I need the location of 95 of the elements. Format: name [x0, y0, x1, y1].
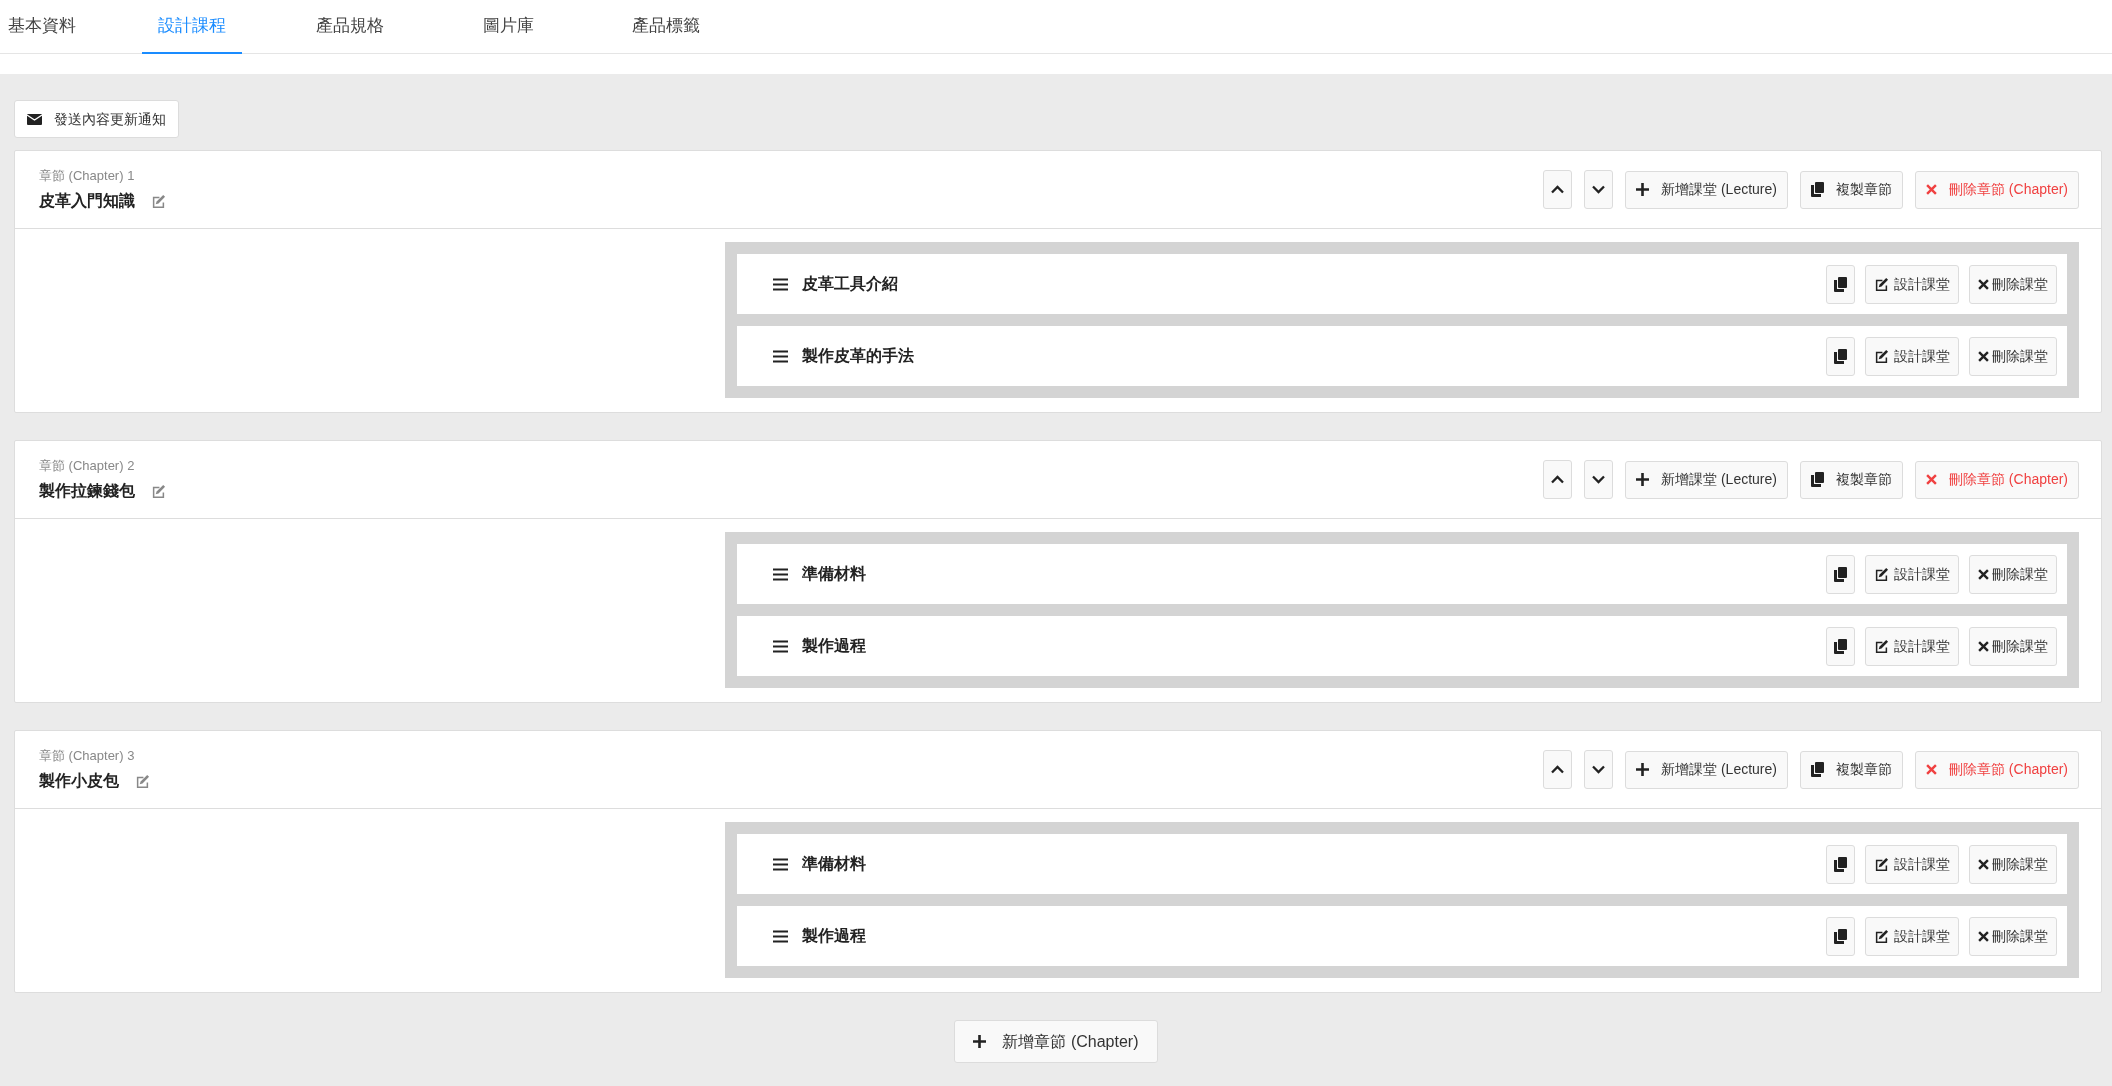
- lecture-title: 製作皮革的手法: [802, 346, 915, 366]
- chevron-up-icon: [1551, 185, 1565, 194]
- move-up-button[interactable]: [1543, 460, 1573, 499]
- move-up-button[interactable]: [1543, 170, 1573, 209]
- move-up-button[interactable]: [1543, 750, 1573, 789]
- edit-icon: [1874, 856, 1889, 872]
- move-down-button[interactable]: [1584, 170, 1614, 209]
- copy-icon: [1834, 928, 1847, 944]
- send-notification-button[interactable]: 發送內容更新通知: [14, 100, 179, 138]
- delete-lecture-button[interactable]: 刪除課堂: [1969, 916, 2057, 956]
- menu-icon: [773, 639, 788, 653]
- delete-chapter-button[interactable]: 刪除章節 (Chapter): [1914, 750, 2079, 789]
- lecture-title: 準備材料: [802, 564, 867, 584]
- close-icon: [1978, 930, 1989, 942]
- menu-icon: [773, 277, 788, 291]
- plus-icon: [1636, 183, 1650, 196]
- plus-icon: [1636, 473, 1650, 486]
- close-icon: [1978, 568, 1989, 580]
- lecture-title: 皮革工具介紹: [802, 274, 899, 294]
- lecture-title: 準備材料: [802, 854, 867, 874]
- close-icon: [1925, 764, 1937, 775]
- delete-lecture-button[interactable]: 刪除課堂: [1969, 264, 2057, 304]
- delete-lecture-button[interactable]: 刪除課堂: [1969, 554, 2057, 594]
- tab[interactable]: 基本資料: [0, 0, 84, 54]
- edit-icon: [1874, 928, 1889, 944]
- copy-chapter-button[interactable]: 複製章節: [1799, 170, 1903, 209]
- menu-icon: [773, 929, 788, 943]
- copy-lecture-button[interactable]: [1826, 844, 1855, 884]
- design-lecture-button[interactable]: 設計課堂: [1865, 336, 1959, 376]
- copy-lecture-button[interactable]: [1826, 626, 1855, 666]
- copy-icon: [1810, 472, 1824, 487]
- copy-chapter-button[interactable]: 複製章節: [1799, 750, 1903, 789]
- close-icon: [1925, 474, 1937, 485]
- delete-chapter-button[interactable]: 刪除章節 (Chapter): [1914, 460, 2079, 499]
- plus-icon: [1636, 763, 1650, 776]
- copy-icon: [1834, 566, 1847, 582]
- add-lecture-button[interactable]: 新增課堂 (Lecture): [1625, 170, 1788, 209]
- copy-icon: [1834, 856, 1847, 872]
- copy-icon: [1810, 182, 1824, 197]
- chevron-up-icon: [1551, 765, 1565, 774]
- copy-icon: [1834, 276, 1847, 292]
- delete-lecture-button[interactable]: 刪除課堂: [1969, 626, 2057, 666]
- copy-chapter-button[interactable]: 複製章節: [1799, 460, 1903, 499]
- envelope-icon: [27, 113, 42, 125]
- edit-icon: [135, 773, 150, 789]
- design-lecture-button[interactable]: 設計課堂: [1865, 264, 1959, 304]
- chevron-up-icon: [1551, 475, 1565, 484]
- chapter-title: 皮革入門知識: [39, 191, 135, 212]
- move-down-button[interactable]: [1584, 750, 1614, 789]
- design-lecture-button[interactable]: 設計課堂: [1865, 916, 1959, 956]
- menu-icon: [773, 349, 788, 363]
- close-icon: [1978, 350, 1989, 362]
- delete-lecture-button[interactable]: 刪除課堂: [1969, 336, 2057, 376]
- lecture-title: 製作過程: [802, 636, 867, 656]
- copy-lecture-button[interactable]: [1826, 336, 1855, 376]
- edit-icon: [1874, 348, 1889, 364]
- add-lecture-button[interactable]: 新增課堂 (Lecture): [1625, 460, 1788, 499]
- edit-icon: [1874, 276, 1889, 292]
- delete-lecture-button[interactable]: 刪除課堂: [1969, 844, 2057, 884]
- plus-icon: [973, 1035, 987, 1048]
- copy-lecture-button[interactable]: [1826, 554, 1855, 594]
- chapter-title: 製作小皮包: [39, 771, 119, 792]
- copy-icon: [1810, 762, 1824, 777]
- chevron-down-icon: [1592, 765, 1606, 774]
- copy-icon: [1834, 348, 1847, 364]
- edit-icon: [151, 193, 166, 209]
- chapter-label: 章節 (Chapter) 2: [39, 456, 136, 475]
- copy-lecture-button[interactable]: [1826, 264, 1855, 304]
- edit-icon: [151, 483, 166, 499]
- design-lecture-button[interactable]: 設計課堂: [1865, 844, 1959, 884]
- edit-icon: [1874, 566, 1889, 582]
- close-icon: [1925, 184, 1937, 195]
- delete-chapter-button[interactable]: 刪除章節 (Chapter): [1914, 170, 2079, 209]
- menu-icon: [773, 567, 788, 581]
- move-down-button[interactable]: [1584, 460, 1614, 499]
- lecture-title: 製作過程: [802, 926, 867, 946]
- tab[interactable]: 產品標籤: [616, 0, 716, 54]
- close-icon: [1978, 858, 1989, 870]
- close-icon: [1978, 640, 1989, 652]
- design-lecture-button[interactable]: 設計課堂: [1865, 554, 1959, 594]
- edit-icon: [1874, 638, 1889, 654]
- design-lecture-button[interactable]: 設計課堂: [1865, 626, 1959, 666]
- copy-lecture-button[interactable]: [1826, 916, 1855, 956]
- chevron-down-icon: [1592, 185, 1606, 194]
- close-icon: [1978, 278, 1989, 290]
- tab[interactable]: 圖片庫: [458, 0, 558, 54]
- chevron-down-icon: [1592, 475, 1606, 484]
- add-lecture-button[interactable]: 新增課堂 (Lecture): [1625, 750, 1788, 789]
- chapter-label: 章節 (Chapter) 3: [39, 746, 136, 765]
- tab[interactable]: 產品規格: [300, 0, 400, 54]
- copy-icon: [1834, 638, 1847, 654]
- chapter-label: 章節 (Chapter) 1: [39, 166, 136, 185]
- add-chapter-button[interactable]: 新增章節 (Chapter): [954, 1020, 1158, 1063]
- menu-icon: [773, 857, 788, 871]
- chapter-title: 製作拉鍊錢包: [39, 481, 135, 502]
